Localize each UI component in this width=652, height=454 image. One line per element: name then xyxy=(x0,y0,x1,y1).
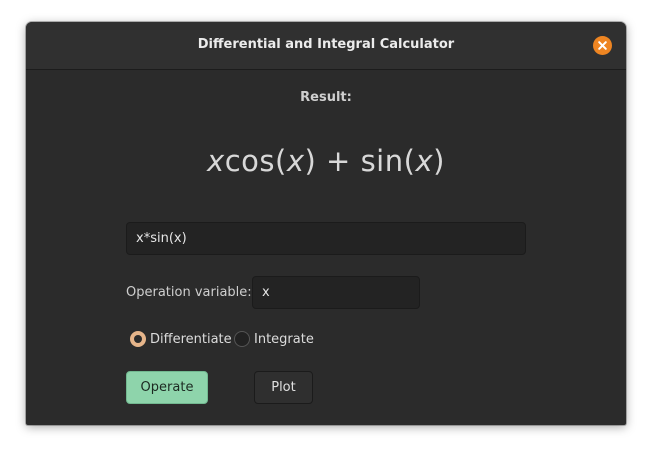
titlebar[interactable]: Differential and Integral Calculator xyxy=(26,22,626,70)
operation-variable-label: Operation variable: xyxy=(126,285,252,300)
plot-button[interactable]: Plot xyxy=(254,371,313,404)
operate-button[interactable]: Operate xyxy=(126,371,208,404)
result-part: ) xyxy=(433,144,445,178)
result-part: x xyxy=(415,144,434,178)
operation-variable-input[interactable] xyxy=(252,276,420,309)
calculator-window: Differential and Integral Calculator Res… xyxy=(26,22,626,425)
result-part: x xyxy=(286,144,305,178)
close-button[interactable] xyxy=(593,36,612,55)
differentiate-label: Differentiate xyxy=(150,332,232,347)
result-part: x xyxy=(207,144,225,178)
radio-unselected-icon xyxy=(234,331,250,347)
result-part: cos( xyxy=(224,144,287,178)
window-title: Differential and Integral Calculator xyxy=(197,37,455,52)
result-expression: xcos(x) + sin(x) xyxy=(26,144,626,178)
integrate-label: Integrate xyxy=(254,332,314,347)
expression-input[interactable] xyxy=(126,222,526,255)
result-label: Result: xyxy=(300,90,352,105)
result-part: ) + sin( xyxy=(304,144,416,178)
close-icon xyxy=(598,41,607,50)
radio-selected-icon xyxy=(130,331,146,347)
